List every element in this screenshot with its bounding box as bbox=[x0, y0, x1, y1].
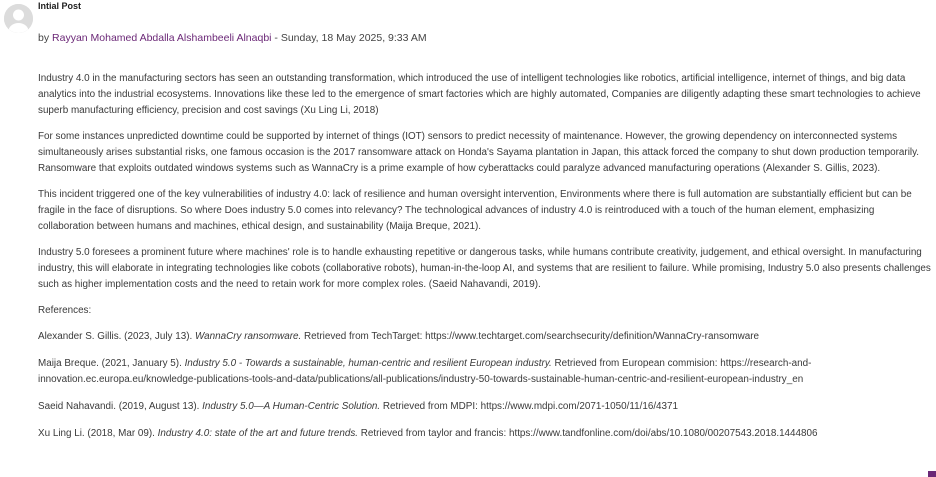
reference-item: Xu Ling Li. (2018, Mar 09). Industry 4.0… bbox=[38, 428, 818, 439]
references-heading: References: bbox=[38, 305, 92, 316]
post-paragraph: This incident triggered one of the key v… bbox=[38, 189, 912, 232]
post-byline: by Rayyan Mohamed Abdalla Alshambeeli Al… bbox=[38, 32, 427, 44]
user-avatar-icon[interactable] bbox=[4, 4, 33, 33]
post-content: Industry 4.0 in the manufacturing sector… bbox=[38, 71, 932, 453]
reference-item: Maija Breque. (2021, January 5). Industr… bbox=[38, 358, 812, 385]
reference-item: Saeid Nahavandi. (2019, August 13). Indu… bbox=[38, 401, 679, 412]
scroll-indicator bbox=[928, 471, 936, 477]
reference-item: Alexander S. Gillis. (2023, July 13). Wa… bbox=[38, 331, 760, 342]
post-paragraph: Industry 4.0 in the manufacturing sector… bbox=[38, 73, 921, 116]
post-title: Intial Post bbox=[38, 1, 82, 11]
author-link[interactable]: Rayyan Mohamed Abdalla Alshambeeli Alnaq… bbox=[52, 32, 271, 44]
post-paragraph: Industry 5.0 foresees a prominent future… bbox=[38, 247, 931, 290]
post-date: - Sunday, 18 May 2025, 9:33 AM bbox=[271, 32, 427, 44]
byline-prefix: by bbox=[38, 32, 53, 44]
post-paragraph: For some instances unpredicted downtime … bbox=[38, 131, 920, 174]
